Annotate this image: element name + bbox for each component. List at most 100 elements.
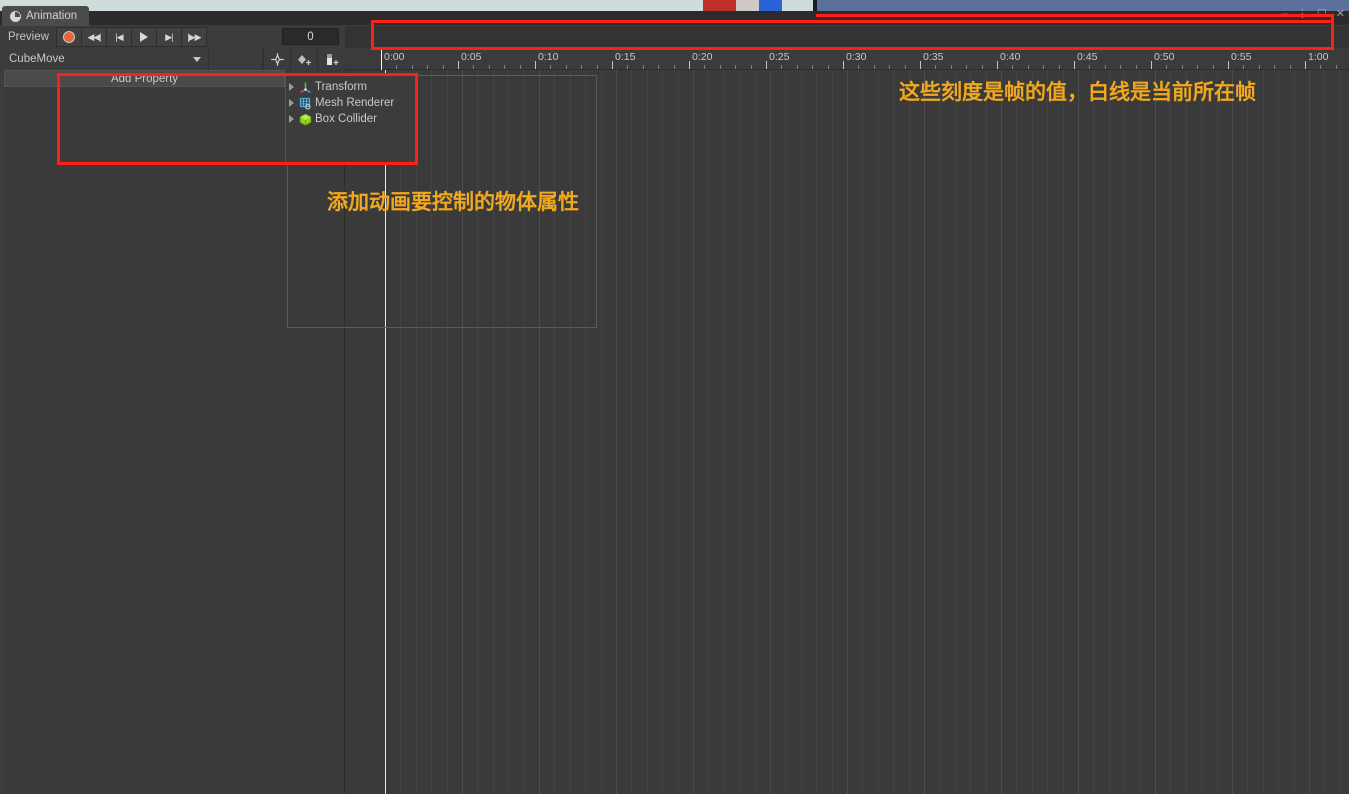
popup-item-box-collider[interactable]: Box Collider bbox=[289, 111, 416, 127]
ruler-tick-label: 0:25 bbox=[769, 51, 790, 63]
skip-to-start-icon: ◀◀| bbox=[87, 31, 101, 42]
ruler-major-tick bbox=[843, 61, 844, 69]
add-event-button[interactable] bbox=[290, 48, 317, 70]
grid-line bbox=[1016, 70, 1017, 794]
ruler-minor-tick bbox=[1289, 65, 1291, 69]
ruler-minor-tick bbox=[812, 65, 814, 69]
grid-line bbox=[986, 70, 987, 794]
add-keyframe-icon bbox=[270, 52, 284, 66]
grid-line bbox=[1124, 70, 1125, 794]
prev-keyframe-button[interactable]: |◀ bbox=[105, 27, 132, 47]
ruler-tick-label: 0:20 bbox=[692, 51, 713, 63]
ruler-minor-tick bbox=[1043, 65, 1045, 69]
record-icon bbox=[62, 31, 75, 43]
ruler-minor-tick bbox=[873, 65, 875, 69]
grid-line bbox=[1140, 70, 1141, 794]
highlight-connector-top bbox=[816, 14, 1334, 17]
add-marker-icon bbox=[326, 53, 338, 65]
grid-line bbox=[1324, 70, 1325, 794]
first-frame-button[interactable]: ◀◀| bbox=[80, 27, 107, 47]
preview-label: Preview bbox=[8, 31, 49, 43]
annotation-property-note: 添加动画要控制的物体属性 bbox=[327, 190, 579, 214]
grid-line bbox=[708, 70, 709, 794]
frame-input[interactable]: 0 bbox=[282, 28, 339, 45]
ruler-minor-tick bbox=[658, 65, 660, 69]
grid-line bbox=[1047, 70, 1048, 794]
ruler-minor-tick bbox=[411, 65, 413, 69]
ruler-major-tick bbox=[535, 61, 536, 69]
tab-animation-label: Animation bbox=[26, 10, 78, 22]
ruler-minor-tick bbox=[642, 65, 644, 69]
grid-line bbox=[1217, 70, 1218, 794]
timeline-ruler[interactable]: 0:00 0:05 0:10 0:15 0:20 0:25 0:30 0:35 0:40 0:45… bbox=[345, 26, 1349, 70]
ruler-minor-tick bbox=[1335, 65, 1337, 69]
grid-line bbox=[616, 70, 617, 794]
play-button[interactable] bbox=[130, 27, 157, 47]
play-icon bbox=[139, 32, 148, 42]
add-event-icon bbox=[297, 54, 311, 65]
popup-item-transform[interactable]: Transform bbox=[289, 79, 416, 95]
add-marker-button[interactable] bbox=[317, 48, 344, 70]
add-keyframe-button[interactable] bbox=[263, 48, 290, 70]
grid-line bbox=[785, 70, 786, 794]
ruler-minor-tick bbox=[1258, 65, 1260, 69]
next-keyframe-button[interactable]: ▶| bbox=[155, 27, 182, 47]
ruler-minor-tick bbox=[627, 65, 629, 69]
ruler-tick-label: 0:40 bbox=[1000, 51, 1021, 63]
grid-line bbox=[1309, 70, 1310, 794]
grid-line bbox=[955, 70, 956, 794]
ruler-tick-label: 0:50 bbox=[1154, 51, 1175, 63]
grid-line bbox=[862, 70, 863, 794]
chevron-right-icon[interactable] bbox=[289, 115, 294, 123]
grid-line bbox=[662, 70, 663, 794]
ruler-minor-tick bbox=[596, 65, 598, 69]
ruler-minor-tick bbox=[1089, 65, 1091, 69]
ruler-minor-tick bbox=[1243, 65, 1245, 69]
ruler-minor-tick bbox=[796, 65, 798, 69]
component-popup-menu[interactable]: Transform Mesh Renderer Box Collider bbox=[285, 74, 417, 164]
chevron-right-icon[interactable] bbox=[289, 83, 294, 91]
ruler-minor-tick bbox=[1120, 65, 1122, 69]
ruler-minor-tick bbox=[1027, 65, 1029, 69]
ruler-minor-tick bbox=[473, 65, 475, 69]
last-frame-button[interactable]: |▶▶ bbox=[180, 27, 207, 47]
ruler-minor-tick bbox=[1058, 65, 1060, 69]
chevron-down-icon bbox=[193, 57, 201, 62]
ruler-minor-tick bbox=[889, 65, 891, 69]
grid-line bbox=[1109, 70, 1110, 794]
ruler-minor-tick bbox=[827, 65, 829, 69]
ruler-minor-tick bbox=[550, 65, 552, 69]
ruler-minor-tick bbox=[1320, 65, 1322, 69]
ruler-minor-tick bbox=[935, 65, 937, 69]
editor-body: Preview ◀◀| |◀ ▶| |▶▶ 0 CubeMove 0:00 0:… bbox=[0, 26, 1349, 794]
grid-line bbox=[1340, 70, 1341, 794]
ruler-major-tick bbox=[1074, 61, 1075, 69]
ruler-minor-tick bbox=[1212, 65, 1214, 69]
grid-line bbox=[770, 70, 771, 794]
grid-line bbox=[1063, 70, 1064, 794]
ruler-major-tick bbox=[1228, 61, 1229, 69]
grid-line bbox=[739, 70, 740, 794]
ruler-minor-tick bbox=[858, 65, 860, 69]
playback-toolbar: Preview ◀◀| |◀ ▶| |▶▶ 0 bbox=[4, 26, 345, 48]
grid-line bbox=[1278, 70, 1279, 794]
content-area: Add Property bbox=[4, 70, 1349, 794]
clip-selector[interactable]: CubeMove bbox=[4, 48, 208, 70]
chevron-right-icon[interactable] bbox=[289, 99, 294, 107]
grid-line bbox=[1170, 70, 1171, 794]
grid-line bbox=[631, 70, 632, 794]
ruler-minor-tick bbox=[966, 65, 968, 69]
ruler-minor-tick bbox=[396, 65, 398, 69]
grid-line bbox=[970, 70, 971, 794]
record-button[interactable] bbox=[55, 27, 82, 47]
popup-item-mesh-renderer[interactable]: Mesh Renderer bbox=[289, 95, 416, 111]
add-property-button[interactable]: Add Property bbox=[4, 70, 285, 87]
grid-line bbox=[1263, 70, 1264, 794]
grid-line bbox=[1032, 70, 1033, 794]
grid-line bbox=[1232, 70, 1233, 794]
tab-animation[interactable]: Animation bbox=[2, 6, 90, 26]
ruler-major-tick bbox=[689, 61, 690, 69]
ruler-tick-label: 0:00 bbox=[384, 51, 405, 63]
popup-item-mesh-renderer-label: Mesh Renderer bbox=[315, 97, 395, 109]
ruler-tick-label: 0:45 bbox=[1077, 51, 1098, 63]
